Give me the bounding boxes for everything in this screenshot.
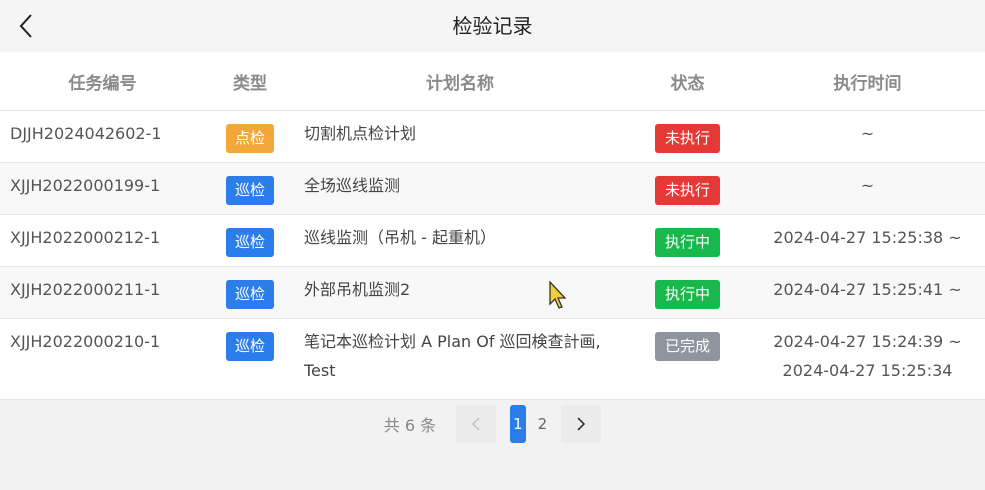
exec-time: 2024-04-27 15:24:39 ~ 2024-04-27 15:25:3…: [750, 319, 985, 399]
chevron-left-icon: [471, 417, 480, 431]
records-table: 任务编号 类型 计划名称 状态 执行时间 DJJH2024042602-1 点检…: [0, 52, 985, 400]
status-badge: 未执行: [654, 124, 720, 153]
table-row[interactable]: XJJH2022000210-1 巡检 笔记本巡检计划 A Plan Of 巡回…: [0, 319, 985, 400]
type-badge: 巡检: [225, 176, 274, 205]
type-badge: 巡检: [225, 280, 274, 309]
status-badge: 已完成: [654, 332, 720, 361]
next-page-button[interactable]: [561, 405, 602, 443]
exec-time: 2024-04-27 15:25:38 ~: [773, 228, 962, 247]
type-badge: 巡检: [225, 332, 274, 361]
column-header-task-id: 任务编号: [68, 73, 137, 94]
task-id: XJJH2022000210-1: [10, 332, 161, 351]
status-badge: 执行中: [654, 280, 720, 309]
table-row[interactable]: XJJH2022000211-1 巡检 外部吊机监测2 执行中 2024-04-…: [0, 267, 985, 319]
task-id: XJJH2022000212-1: [10, 228, 161, 247]
plan-name: 巡线监测（吊机 - 起重机）: [304, 228, 496, 247]
type-badge: 点检: [225, 124, 274, 153]
task-id: XJJH2022000199-1: [10, 176, 161, 195]
pagination: 共 6 条 1 2: [0, 398, 985, 450]
exec-time: ~: [860, 124, 875, 143]
plan-name: 全场巡线监测: [304, 176, 401, 195]
column-header-plan-name: 计划名称: [426, 73, 494, 94]
plan-name: 外部吊机监测2: [304, 280, 411, 299]
status-badge: 执行中: [654, 228, 720, 257]
column-header-status: 状态: [670, 73, 705, 94]
plan-name: 笔记本巡检计划 A Plan Of 巡回検查計画, Test: [304, 332, 601, 380]
header-bar: 检验记录: [0, 0, 985, 52]
page-2-button[interactable]: 2: [534, 405, 552, 443]
table-header: 任务编号 类型 计划名称 状态 执行时间: [0, 52, 985, 111]
plan-name: 切割机点检计划: [304, 124, 417, 143]
exec-time-end: 2024-04-27 15:25:34: [782, 361, 953, 380]
table-row[interactable]: DJJH2024042602-1 点检 切割机点检计划 未执行 ~: [0, 111, 985, 163]
table-row[interactable]: XJJH2022000212-1 巡检 巡线监测（吊机 - 起重机） 执行中 2…: [0, 215, 985, 267]
chevron-right-icon: [577, 417, 586, 431]
exec-time-start: 2024-04-27 15:24:39 ~: [773, 332, 962, 351]
column-header-type: 类型: [233, 73, 267, 94]
prev-page-button[interactable]: [456, 405, 497, 443]
exec-time: ~: [860, 176, 875, 195]
table-row[interactable]: XJJH2022000199-1 巡检 全场巡线监测 未执行 ~: [0, 163, 985, 215]
column-header-exec-time: 执行时间: [833, 73, 902, 94]
exec-time: 2024-04-27 15:25:41 ~: [773, 280, 962, 299]
task-id: DJJH2024042602-1: [10, 124, 162, 143]
page-1-button[interactable]: 1: [510, 405, 526, 443]
total-count: 共 6 条: [383, 416, 437, 435]
type-badge: 巡检: [225, 228, 274, 257]
mouse-pointer-icon: [549, 280, 567, 309]
page-title: 检验记录: [452, 14, 533, 38]
task-id: XJJH2022000211-1: [10, 280, 161, 299]
status-badge: 未执行: [654, 176, 720, 205]
